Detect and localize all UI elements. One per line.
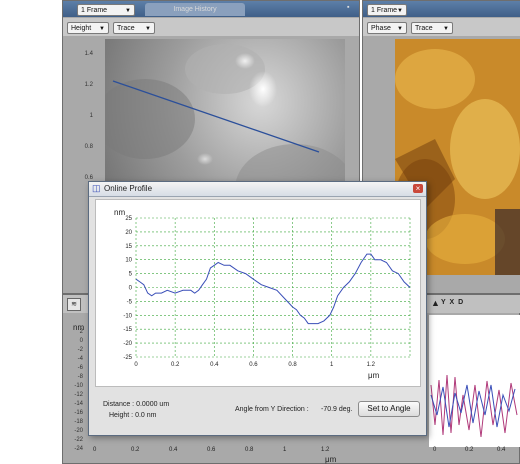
bottom-y-tick-label: -6	[77, 365, 83, 371]
right-mini-chart	[429, 315, 520, 447]
x-tick-label: 0	[134, 362, 138, 368]
x-tick-label: 0.4	[210, 362, 219, 368]
bottom-y-tick-label: -14	[74, 401, 83, 407]
right-channel-select[interactable]: Phase ▼	[367, 22, 407, 34]
left-y-axis: 1.4 1.2 1 0.8 0.6	[79, 41, 99, 191]
left-direction-select[interactable]: Trace ▼	[113, 22, 155, 34]
x-axis-unit-label: μm	[368, 371, 380, 380]
x-tick-label: 0.2	[171, 362, 180, 368]
distance-readout: Distance : 0.0000 um	[103, 401, 170, 408]
y-tick-label: 0	[129, 286, 133, 292]
y-tick-label: 0.8	[84, 144, 93, 150]
bottom-y-axis: 2 0 -2 -4 -6 -8 -10 -12 -14 -16 -18 -20 -22 -24	[63, 329, 89, 459]
left-channel-select[interactable]: Height ▼	[67, 22, 109, 34]
dialog-title-bar[interactable]: ◫ Online Profile ×	[89, 182, 426, 197]
profile-chart-area: nm 25 20 15 10 5 0 -5 -10 -15 -20 -25 0 0.2 0.4 0.6 0.8 1…	[95, 199, 421, 387]
bottom-y-tick-label: -2	[77, 347, 83, 353]
profile-chart-svg[interactable]: nm2520151050-5-10-15-20-250 0.2 0.4 0.6 0.8 1…	[96, 200, 420, 386]
bottom-y-tick-label: 0	[79, 338, 83, 344]
bottom-y-tick-label: -22	[74, 437, 83, 443]
bottom-y-tick-label: -10	[74, 383, 83, 389]
bottom-x-tick-label: 0.2	[131, 447, 140, 453]
y-tick-label: 15	[125, 244, 132, 250]
bottom-y-tick-label: -4	[77, 356, 83, 362]
y-tick-label: -10	[123, 313, 132, 319]
flip-icon[interactable]: ▲	[431, 298, 440, 308]
y-tick-label: 25	[125, 216, 132, 222]
bottom-x-tick-label: 0.4	[169, 447, 178, 453]
bottom-x-unit: μm	[325, 455, 337, 464]
y-tick-label: 20	[125, 230, 132, 236]
right-frame-select[interactable]: 1 Frame ▼	[367, 4, 407, 16]
y-tick-label: -5	[127, 299, 133, 305]
bottom-x-axis: 0 0.2 0.4 0.6 0.8 1 1.2	[93, 447, 393, 461]
right-channel-select-label: Phase	[371, 25, 391, 32]
left-frame-select-label: 1 Frame	[81, 7, 108, 14]
bottom-x-tick-label: 1.2	[321, 447, 330, 453]
right-direction-select[interactable]: Trace ▼	[411, 22, 453, 34]
right-x-tick-label: 0	[433, 447, 437, 453]
bottom-y-tick-label: -20	[74, 428, 83, 434]
right-side-label: Y X D	[441, 299, 465, 306]
y-tick-label: 1.4	[84, 51, 93, 57]
pin-icon[interactable]: ▪	[347, 4, 349, 11]
x-tick-label: 0.6	[249, 362, 258, 368]
right-x-axis: 0 0.2 0.4	[429, 447, 520, 461]
angle-label: Angle from Y Direction :	[235, 406, 309, 413]
bottom-y-tick-label: -12	[74, 392, 83, 398]
right-x-tick-label: 0.2	[465, 447, 474, 453]
profile-window-icon: ◫	[92, 183, 101, 193]
right-frame-select-label: 1 Frame	[371, 7, 398, 14]
left-channel-select-label: Height	[71, 25, 92, 32]
x-tick-label: 1	[330, 362, 334, 368]
y-tick-label: -15	[123, 327, 132, 333]
y-tick-label: 1	[89, 113, 93, 119]
set-to-angle-button[interactable]: Set to Angle	[358, 401, 420, 417]
y-tick-label: -20	[123, 341, 132, 347]
bottom-y-tick-label: 2	[79, 329, 83, 335]
bottom-y-tick-label: -16	[74, 410, 83, 416]
y-tick-label: 10	[125, 258, 132, 264]
y-axis-unit-label: nm	[114, 208, 125, 217]
angle-value: -70.9 deg.	[321, 406, 353, 413]
left-frame-select[interactable]: 1 Frame ▼	[77, 4, 135, 16]
bottom-x-tick-label: 0	[93, 447, 97, 453]
right-mini-chart-svg	[430, 374, 518, 438]
bottom-x-tick-label: 1	[283, 447, 287, 453]
right-x-tick-label: 0.4	[497, 447, 506, 453]
y-tick-label: -25	[123, 355, 132, 361]
bottom-x-tick-label: 0.6	[207, 447, 216, 453]
y-tick-label: 1.2	[84, 82, 93, 88]
chevron-down-icon: ▼	[125, 8, 131, 14]
chevron-down-icon: ▼	[397, 8, 403, 14]
image-history-tab[interactable]: Image History	[145, 3, 245, 16]
chevron-down-icon: ▼	[145, 26, 151, 32]
bottom-y-tick-label: -18	[74, 419, 83, 425]
bottom-y-tick-label: -8	[77, 374, 83, 380]
bottom-y-tick-label: -24	[74, 446, 83, 452]
x-tick-label: 0.8	[288, 362, 297, 368]
chevron-down-icon: ▼	[443, 26, 449, 32]
close-icon: ×	[415, 184, 421, 193]
y-tick-label: 5	[129, 272, 133, 278]
height-readout: Height : 0.0 nm	[109, 412, 157, 419]
image-history-tab-label: Image History	[173, 6, 217, 13]
chevron-down-icon: ▼	[397, 26, 403, 32]
profile-series-line	[135, 253, 411, 325]
dialog-title: Online Profile	[104, 184, 153, 193]
x-tick-label: 1.2	[367, 362, 376, 368]
bottom-x-tick-label: 0.8	[245, 447, 254, 453]
profile-tool-icon[interactable]: ≋	[67, 298, 81, 311]
left-direction-select-label: Trace	[117, 25, 135, 32]
right-direction-select-label: Trace	[415, 25, 433, 32]
online-profile-dialog: ◫ Online Profile × nm 25 20 15 10 5 0 -5 -10 -15-…	[88, 181, 427, 436]
chevron-down-icon: ▼	[99, 26, 105, 32]
dialog-close-button[interactable]: ×	[413, 184, 423, 193]
